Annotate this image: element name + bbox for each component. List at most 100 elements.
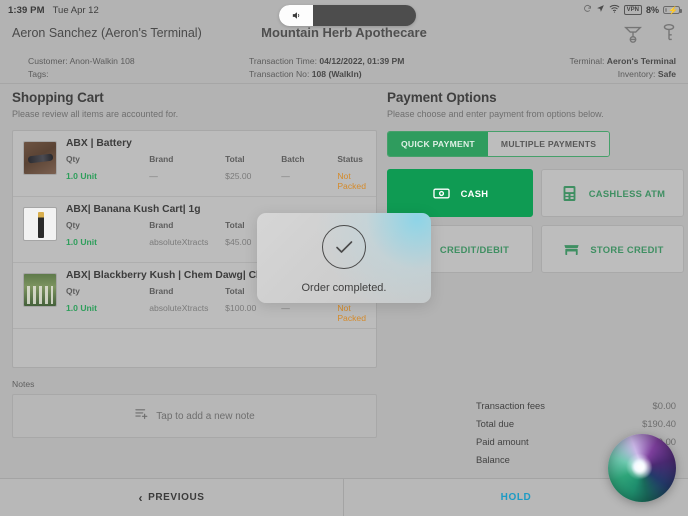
transaction-no-value: 108 (WalkIn) xyxy=(312,69,362,79)
transaction-info: Transaction Time: 04/12/2022, 01:39 PM T… xyxy=(249,55,404,81)
notes-label: Notes xyxy=(12,379,377,389)
chevron-left-icon: ‹ xyxy=(138,491,143,505)
payment-options-title: Payment Options xyxy=(387,90,676,105)
payment-method-cash-button[interactable]: CASH xyxy=(387,169,533,217)
cell-total: $100.00 xyxy=(225,303,281,313)
key-icon[interactable] xyxy=(658,22,680,44)
payment-method-store-credit-label: STORE CREDIT xyxy=(590,244,663,255)
add-note-icon xyxy=(134,406,149,426)
total-value: $0.00 xyxy=(653,400,676,411)
atm-icon xyxy=(560,183,580,203)
add-note-placeholder: Tap to add a new note xyxy=(156,411,254,422)
cell-qty: 1.0 Unit xyxy=(66,171,149,181)
payment-method-credit-debit-label: CREDIT/DEBIT xyxy=(440,244,509,255)
siri-orb[interactable] xyxy=(608,434,676,502)
cart-item-list[interactable]: ABX | Battery Qty 1.0 Unit Brand — xyxy=(12,130,377,368)
payment-method-cash-label: CASH xyxy=(461,188,489,199)
cell-batch: — xyxy=(281,303,337,313)
column-header-total: Total xyxy=(225,154,281,164)
terminal-info: Terminal: Aeron's Terminal Inventory: Sa… xyxy=(570,55,677,81)
volume-hud-overlay xyxy=(279,5,416,26)
column-header-status: Status xyxy=(337,154,366,164)
tags-label: Tags: xyxy=(28,69,49,79)
column-header-qty: Qty xyxy=(66,286,149,296)
hold-button-label: HOLD xyxy=(501,492,532,503)
status-badge: Not Packed xyxy=(337,237,366,257)
column-header-batch: Batch xyxy=(281,286,337,296)
status-time: 1:39 PM xyxy=(8,5,45,16)
shopping-cart-title: Shopping Cart xyxy=(12,90,377,105)
cell-brand: — xyxy=(149,171,225,181)
inventory-label: Inventory: xyxy=(618,69,656,79)
payment-method-cashless-atm-label: CASHLESS ATM xyxy=(589,188,666,199)
speaker-icon xyxy=(291,10,302,21)
product-name: ABX | Battery xyxy=(66,138,366,149)
status-date: Tue Apr 12 xyxy=(53,5,99,16)
payment-method-store-credit-button[interactable]: STORE CREDIT xyxy=(541,225,684,273)
total-row-transaction-fees: Transaction fees $0.00 xyxy=(476,396,676,414)
product-name: ABX| Banana Kush Cart| 1g xyxy=(66,204,366,215)
main-content: Shopping Cart Please review all items ar… xyxy=(0,84,688,478)
column-header-brand: Brand xyxy=(149,220,225,230)
cell-batch: — xyxy=(281,237,337,247)
table-row[interactable]: ABX| Banana Kush Cart| 1g Qty 1.0 Unit B… xyxy=(13,197,376,263)
cell-qty: 1.0 Unit xyxy=(66,303,149,313)
payment-options-panel: Payment Options Please choose and enter … xyxy=(387,90,676,273)
column-header-total: Total xyxy=(225,220,281,230)
column-header-qty: Qty xyxy=(66,220,149,230)
transaction-time-label: Transaction Time: xyxy=(249,56,317,66)
previous-button-label: PREVIOUS xyxy=(148,492,204,503)
payment-method-cashless-atm-button[interactable]: CASHLESS ATM xyxy=(541,169,684,217)
cell-brand: absoluteXtracts xyxy=(149,237,225,247)
transaction-info-strip: Customer: Anon-Walkin 108 Tags: Transact… xyxy=(0,45,688,84)
vpn-badge: VPN xyxy=(624,5,642,15)
previous-button[interactable]: ‹ PREVIOUS xyxy=(0,479,344,516)
tab-multiple-payments[interactable]: MULTIPLE PAYMENTS xyxy=(488,132,609,156)
card-icon xyxy=(411,239,431,259)
battery-icon: ⚡ xyxy=(663,6,680,15)
cell-batch: — xyxy=(281,171,337,181)
column-header-status: Status xyxy=(337,220,366,230)
cell-total: $25.00 xyxy=(225,171,281,181)
header-icon-group xyxy=(622,22,680,44)
add-note-button[interactable]: Tap to add a new note xyxy=(12,394,377,438)
column-header-brand: Brand xyxy=(149,286,225,296)
bottom-action-bar: ‹ PREVIOUS HOLD xyxy=(0,478,688,516)
cart-item-body: ABX| Blackberry Kush | Chem Dawg| Cherry… xyxy=(66,270,366,328)
cart-item-columns: Qty 1.0 Unit Brand absoluteXtracts Total… xyxy=(66,286,366,323)
inventory-value: Safe xyxy=(658,69,676,79)
tab-quick-payment[interactable]: QUICK PAYMENT xyxy=(388,132,488,156)
cell-total: $45.00 xyxy=(225,237,281,247)
cell-qty: 1.0 Unit xyxy=(66,237,149,247)
total-value: $190.40 xyxy=(642,418,676,429)
column-header-batch: Batch xyxy=(281,154,337,164)
status-badge: Not Packed xyxy=(337,303,366,323)
payment-method-credit-debit-button[interactable]: CREDIT/DEBIT xyxy=(387,225,533,273)
payment-mode-segmented-control[interactable]: QUICK PAYMENT MULTIPLE PAYMENTS xyxy=(387,131,610,157)
product-thumbnail xyxy=(23,141,57,175)
column-header-total: Total xyxy=(225,286,281,296)
column-header-brand: Brand xyxy=(149,154,225,164)
volume-level-fill xyxy=(279,5,313,26)
table-row[interactable]: ABX| Blackberry Kush | Chem Dawg| Cherry… xyxy=(13,263,376,329)
total-label: Paid amount xyxy=(476,436,529,447)
product-thumbnail xyxy=(23,207,57,241)
customer-info: Customer: Anon-Walkin 108 Tags: xyxy=(28,55,135,81)
battery-percent: 8% xyxy=(646,5,659,15)
table-row[interactable]: ABX | Battery Qty 1.0 Unit Brand — xyxy=(13,131,376,197)
customer-label: Customer: xyxy=(28,56,68,66)
column-header-status: Status xyxy=(337,286,366,296)
payment-options-subtitle: Please choose and enter payment from opt… xyxy=(387,109,676,119)
scale-icon[interactable] xyxy=(622,22,644,44)
total-label: Balance xyxy=(476,454,510,465)
cart-item-body: ABX| Banana Kush Cart| 1g Qty 1.0 Unit B… xyxy=(66,204,366,262)
cart-item-body: ABX | Battery Qty 1.0 Unit Brand — xyxy=(66,138,366,196)
payment-method-grid: CASH CASHLESS ATM xyxy=(387,169,676,273)
cart-item-columns: Qty 1.0 Unit Brand absoluteXtracts Total… xyxy=(66,220,366,257)
shopping-cart-subtitle: Please review all items are accounted fo… xyxy=(12,109,377,119)
cart-item-columns: Qty 1.0 Unit Brand — Total $25.00 xyxy=(66,154,366,191)
product-name: ABX| Blackberry Kush | Chem Dawg| Cherry xyxy=(66,270,366,281)
cash-icon xyxy=(432,183,452,203)
rotation-lock-icon xyxy=(583,4,592,16)
total-label: Total due xyxy=(476,418,514,429)
